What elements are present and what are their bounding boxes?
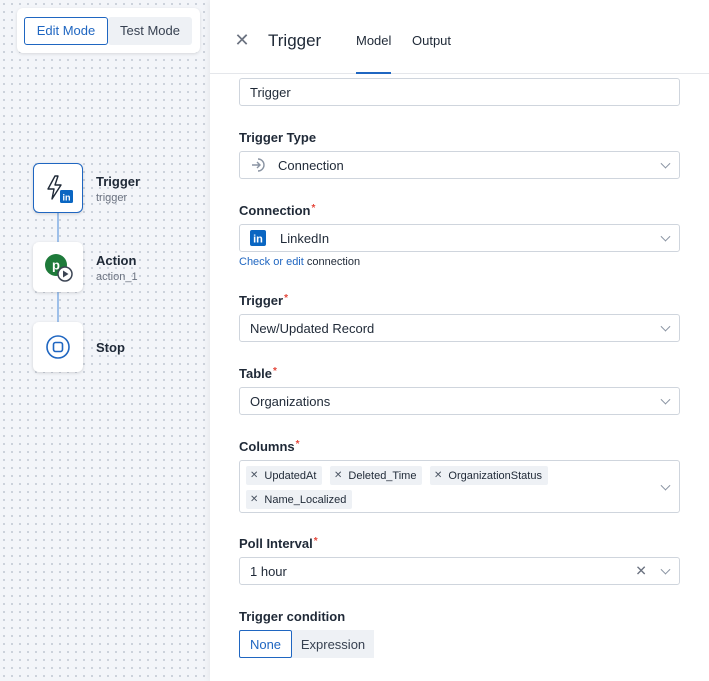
node-title: Trigger: [96, 174, 141, 189]
remove-chip-icon[interactable]: ✕: [434, 470, 442, 481]
chevron-down-icon: [660, 564, 671, 575]
chevron-down-icon: [660, 480, 671, 491]
connector-line: [57, 212, 59, 242]
close-icon[interactable]: ✕: [233, 31, 251, 49]
chevron-down-icon: [660, 394, 671, 405]
connection-value: LinkedIn: [280, 230, 330, 246]
node-subtitle: action_1: [96, 271, 138, 283]
linkedin-icon: in: [250, 230, 266, 246]
trigger-condition-label: Trigger condition: [239, 609, 346, 624]
table-select[interactable]: Organizations: [239, 387, 680, 415]
lightning-linkedin-icon: in: [47, 175, 73, 203]
connection-help: Check or edit connection: [239, 256, 360, 268]
trigger-value: New/Updated Record: [250, 320, 375, 336]
trigger-select[interactable]: New/Updated Record: [239, 314, 680, 342]
action-node-label: Action action_1: [96, 253, 138, 283]
trigger-name-input[interactable]: Trigger: [239, 78, 680, 106]
stop-icon: [46, 335, 70, 359]
columns-multiselect[interactable]: ✕ UpdatedAt ✕ Deleted_Time ✕ OrganizationSt…: [239, 460, 680, 513]
node-subtitle: trigger: [96, 192, 128, 204]
column-chip: ✕ UpdatedAt: [246, 466, 323, 485]
panel-title: Trigger: [268, 31, 322, 50]
connection-select[interactable]: in LinkedIn: [239, 224, 680, 252]
remove-chip-icon[interactable]: ✕: [250, 470, 258, 481]
trigger-type-value: Connection: [278, 157, 344, 173]
remove-chip-icon[interactable]: ✕: [250, 494, 258, 505]
poll-interval-label: Poll Interval*: [239, 536, 318, 551]
trigger-type-label: Trigger Type: [239, 130, 317, 145]
connector-line: [57, 292, 59, 322]
connection-label: Connection*: [239, 203, 316, 218]
tab-output[interactable]: Output: [412, 33, 451, 48]
table-value: Organizations: [250, 393, 331, 409]
action-play-icon: p: [45, 254, 73, 282]
action-node[interactable]: p: [33, 242, 83, 292]
node-title: Action: [96, 253, 137, 268]
stop-node-label: Stop: [96, 340, 125, 355]
connection-icon: [252, 158, 265, 172]
trigger-settings-panel: ✕ Trigger Model Output Trigger Trigger T…: [210, 0, 709, 681]
panel-header: ✕ Trigger Model Output: [210, 8, 709, 74]
svg-text:in: in: [63, 193, 71, 203]
column-chip: ✕ OrganizationStatus: [430, 466, 548, 485]
trigger-node-label: Trigger trigger: [96, 174, 140, 204]
remove-chip-icon[interactable]: ✕: [334, 470, 342, 481]
trigger-node[interactable]: in: [33, 163, 83, 213]
clear-icon[interactable]: ✕: [635, 563, 647, 580]
chevron-down-icon: [660, 158, 671, 169]
trigger-label: Trigger*: [239, 293, 288, 308]
poll-interval-value: 1 hour: [250, 563, 287, 579]
chevron-down-icon: [660, 321, 671, 332]
svg-text:in: in: [253, 234, 263, 246]
chevron-down-icon: [660, 231, 671, 242]
stop-node[interactable]: [33, 322, 83, 372]
tab-model[interactable]: Model: [356, 33, 392, 74]
trigger-name-value: Trigger: [250, 84, 291, 100]
condition-expression-button[interactable]: Expression: [292, 630, 374, 658]
check-connection-link[interactable]: Check or edit: [239, 256, 304, 268]
connection-link-suffix: connection: [303, 256, 361, 268]
flow-diagram: in Trigger trigger p Action action_1 Sto…: [0, 0, 210, 681]
table-label: Table*: [239, 366, 277, 381]
column-chip: ✕ Name_Localized: [246, 490, 353, 509]
condition-none-button[interactable]: None: [239, 630, 292, 658]
node-title: Stop: [96, 340, 125, 355]
column-chip: ✕ Deleted_Time: [330, 466, 423, 485]
trigger-type-select[interactable]: Connection: [239, 151, 680, 179]
columns-label: Columns*: [239, 439, 300, 454]
trigger-condition-toggle: None Expression: [239, 630, 374, 658]
poll-interval-select[interactable]: 1 hour ✕: [239, 557, 680, 585]
